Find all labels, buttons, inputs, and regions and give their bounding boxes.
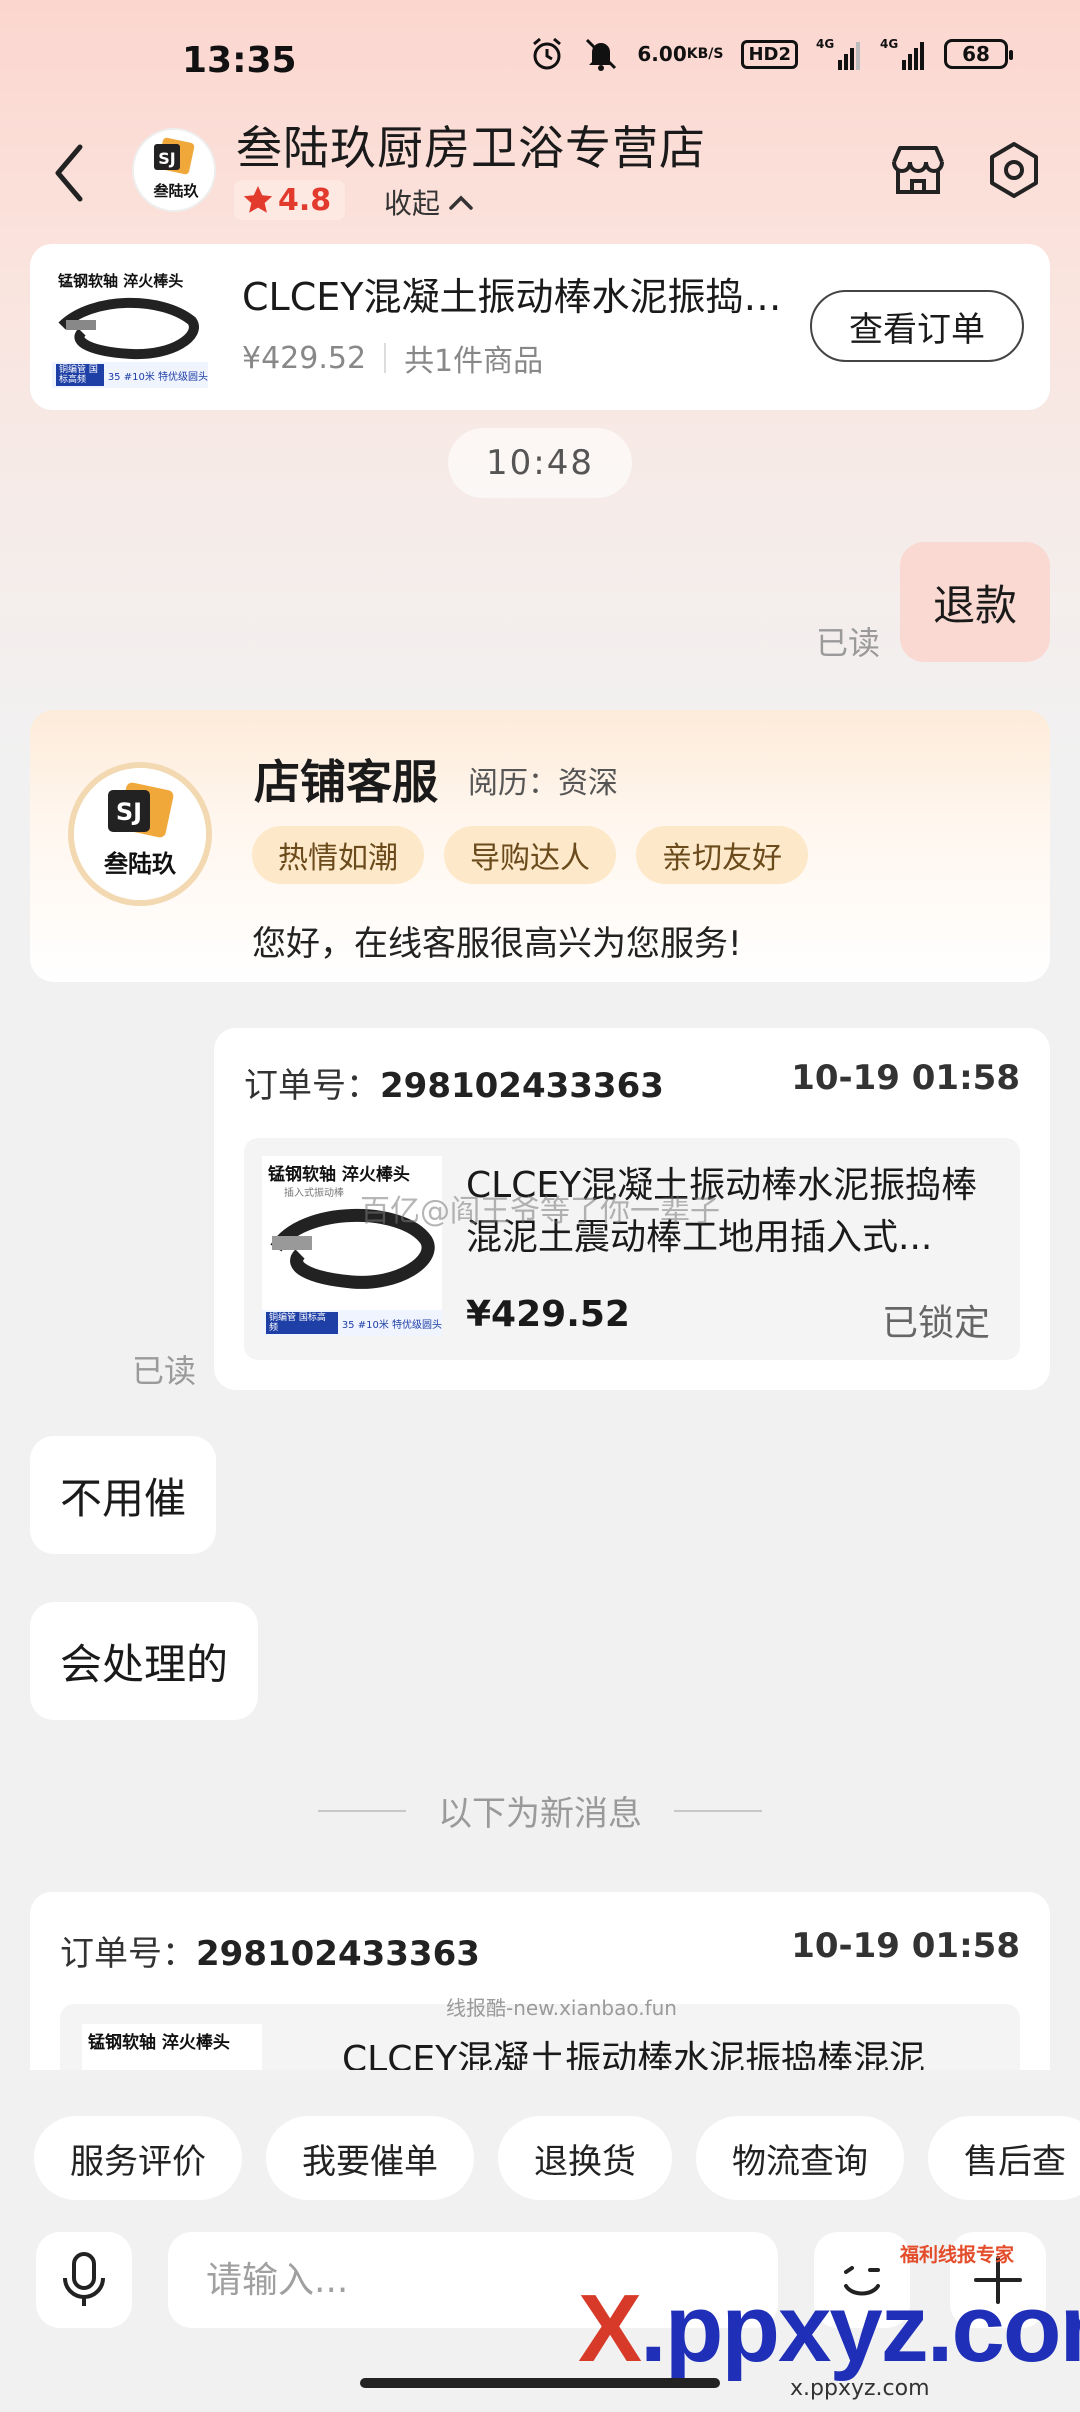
quick-action-logistics[interactable]: 物流查询 xyxy=(696,2116,904,2200)
shop-rating: 4.8 xyxy=(234,180,346,220)
incoming-message[interactable]: 不用催 xyxy=(30,1436,217,1554)
product-row[interactable]: 锰钢软轴 淬火棒头 插入式振动棒 铜编管 国标高频 35 #10米 特优级圆头 C… xyxy=(244,1138,1020,1360)
svg-text:4G: 4G xyxy=(880,37,898,51)
hd-voice-icon: HD2 xyxy=(741,39,798,69)
store-button[interactable] xyxy=(886,138,950,202)
service-tag: 亲切友好 xyxy=(636,826,808,884)
svg-text:叁陆玖: 叁陆玖 xyxy=(152,182,199,200)
quick-action-aftersale[interactable]: 售后查 xyxy=(928,2116,1080,2200)
product-thumbnail: 锰钢软轴 淬火棒头 插入式振动棒 铜编管 国标高频 35 #10米 特优级圆头 xyxy=(262,1156,442,1336)
watermark-badge: 福利线报专家 xyxy=(900,2244,1015,2266)
svg-text:4G: 4G xyxy=(816,37,834,51)
message-timestamp: 10:48 xyxy=(448,428,632,498)
settings-hexagon-icon xyxy=(990,142,1038,198)
voice-button[interactable] xyxy=(36,2232,132,2328)
chat-screen: 13:35 6.00 KB/S HD2 4G 4G 68 SJ 叁陆玖 叁陆玖厨… xyxy=(0,0,1080,2412)
battery-icon: 68 xyxy=(944,39,1013,69)
signal-2-icon: 4G xyxy=(880,36,926,72)
new-messages-label: 以下为新消息 xyxy=(438,1794,642,1834)
incoming-message[interactable]: 会处理的 xyxy=(30,1602,259,1720)
net-speed: 6.00 KB/S xyxy=(637,42,724,66)
status-time: 13:35 xyxy=(182,40,297,81)
mute-bell-icon xyxy=(583,36,619,72)
alarm-icon xyxy=(529,36,565,72)
quick-action-review[interactable]: 服务评价 xyxy=(34,2116,242,2200)
order-time: 10-19 01:58 xyxy=(791,1058,1020,1098)
order-product-title: CLCEY混凝土振动棒水泥振捣棒混泥土震动棒工地用插入式 xyxy=(242,275,812,319)
back-arrow-icon xyxy=(55,144,83,202)
divider-line xyxy=(318,1809,406,1812)
store-service-card: SJ 叁陆玖 店铺客服 阅历：资深 热情如潮 导购达人 亲切友好 您好，在线客服… xyxy=(30,710,1050,982)
order-meta: ¥429.52 共1件商品 xyxy=(242,336,543,380)
quick-action-return[interactable]: 退换货 xyxy=(498,2116,672,2200)
watermark-logo: X.ppxyz.com xyxy=(578,2275,1080,2382)
shop-avatar[interactable]: SJ 叁陆玖 xyxy=(132,128,216,212)
order-number: 订单号：298102433363 xyxy=(244,1066,664,1106)
divider xyxy=(384,343,387,373)
collapse-toggle[interactable]: 收起 xyxy=(384,182,474,222)
service-title: 店铺客服 xyxy=(254,755,438,809)
quick-actions-bar: 服务评价 我要催单 退换货 物流查询 售后查 xyxy=(0,2070,1080,2238)
svg-text:SJ: SJ xyxy=(158,149,175,168)
product-thumbnail: 锰钢软轴 淬火棒头 铜编管 国标高频 35 #10米 特优级圆头 xyxy=(52,266,208,388)
divider-line xyxy=(674,1809,762,1812)
quick-action-urge[interactable]: 我要催单 xyxy=(266,2116,474,2200)
watermark-text: 百亿@阎王爷等了你一辈子 xyxy=(360,1194,720,1229)
outgoing-message-refund[interactable]: 退款 xyxy=(900,542,1050,662)
read-receipt: 已读 xyxy=(816,624,881,662)
order-price: ¥429.52 xyxy=(242,340,367,376)
store-icon xyxy=(892,146,944,194)
shop-logo-icon: SJ 叁陆玖 xyxy=(134,130,214,210)
shop-name[interactable]: 叁陆玖厨房卫浴专营店 xyxy=(236,112,706,178)
service-greeting: 您好，在线客服很高兴为您服务! xyxy=(252,924,742,964)
signal-1-icon: 4G xyxy=(816,36,862,72)
chat-header: SJ 叁陆玖 叁陆玖厨房卫浴专营店 4.8 收起 xyxy=(0,110,1080,240)
rating-value: 4.8 xyxy=(278,182,332,218)
back-button[interactable] xyxy=(44,138,94,208)
svg-text:SJ: SJ xyxy=(116,798,142,826)
status-icons: 6.00 KB/S HD2 4G 4G 68 xyxy=(529,36,1013,72)
service-tags: 热情如潮 导购达人 亲切友好 xyxy=(252,826,808,884)
order-summary-card[interactable]: 锰钢软轴 淬火棒头 铜编管 国标高频 35 #10米 特优级圆头 CLCEY混凝土… xyxy=(30,244,1050,410)
settings-button[interactable] xyxy=(982,138,1046,202)
vibrator-hose-icon xyxy=(270,1209,435,1289)
order-number: 订单号：298102433363 xyxy=(60,1934,480,1974)
watermark-text: 线报酷-new.xianbao.fun xyxy=(446,1996,677,2020)
watermark-url: x.ppxyz.com xyxy=(790,2376,930,2401)
quick-actions-row: 服务评价 我要催单 退换货 物流查询 售后查 xyxy=(34,2116,1080,2200)
service-avatar[interactable]: SJ 叁陆玖 xyxy=(68,762,212,906)
service-logo-icon: SJ 叁陆玖 xyxy=(74,768,206,900)
order-status: 已锁定 xyxy=(881,1303,990,1344)
svg-text:叁陆玖: 叁陆玖 xyxy=(103,850,176,878)
product-price: ¥429.52 xyxy=(466,1294,630,1335)
order-count: 共1件商品 xyxy=(404,344,544,379)
service-experience: 阅历：资深 xyxy=(468,766,618,801)
collapse-label: 收起 xyxy=(384,187,441,220)
service-tag: 热情如潮 xyxy=(252,826,424,884)
read-receipt: 已读 xyxy=(132,1352,197,1390)
star-icon xyxy=(243,186,273,213)
order-time: 10-19 01:58 xyxy=(791,1926,1020,1966)
home-indicator[interactable] xyxy=(360,2378,720,2388)
status-bar: 13:35 6.00 KB/S HD2 4G 4G 68 xyxy=(0,0,1080,120)
chevron-up-icon xyxy=(449,195,473,210)
new-messages-divider: 以下为新消息 xyxy=(312,1786,768,1835)
view-order-button[interactable]: 查看订单 xyxy=(810,290,1024,362)
microphone-icon xyxy=(63,2252,105,2306)
service-tag: 导购达人 xyxy=(444,826,616,884)
